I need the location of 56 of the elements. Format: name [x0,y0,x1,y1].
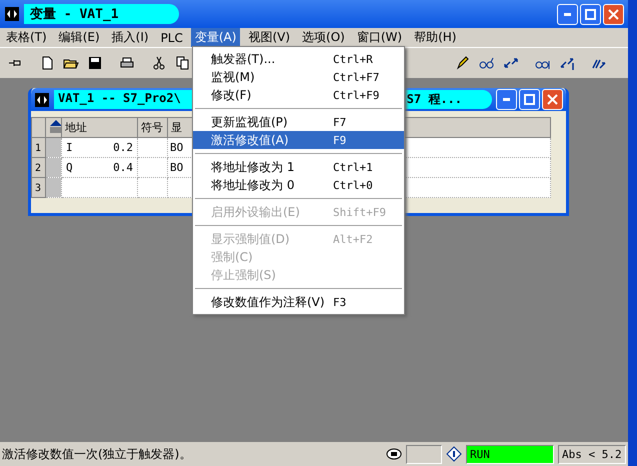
minimize-button[interactable] [496,89,517,110]
save-icon [87,55,103,71]
minimize-icon [564,12,571,16]
close-button[interactable] [603,4,624,24]
window-title: 变量 - VAT_1 [24,4,179,24]
status-panel [406,444,442,464]
close-icon [608,8,619,20]
status-message: 激活修改数值一次(独立于触发器)。 [2,446,192,462]
window-title: VAT_1 -- S7_Pro2\ [58,91,181,107]
address-cell: 0.4 [113,161,133,174]
close-button[interactable] [542,89,563,110]
scissors-icon [151,55,167,71]
maximize-icon [524,94,535,105]
maximize-button[interactable] [580,4,601,24]
column-header: 显 [171,121,182,134]
address-cell: I [66,141,73,154]
menu-item[interactable]: 窗口(W) [352,28,406,47]
row-number: 3 [35,183,42,194]
window-title: S7 程... [406,91,462,108]
menu-item[interactable]: PLC [156,30,187,46]
menu-item[interactable]: 视图(V) [244,28,294,47]
app-icon [4,6,20,22]
copy-icon [175,55,191,71]
address-mode: Abs < 5.2 [558,444,626,464]
app-icon [34,92,50,108]
menu-item[interactable]: 插入(I) [108,28,153,47]
table-cell: BO [170,161,184,174]
menu-item[interactable]: 监视(M) Ctrl+F7 [193,68,404,86]
minimize-button[interactable] [557,4,578,24]
address-cell: Q [66,161,73,174]
menu-item[interactable]: 修改数值作为注释(V) F3 [193,293,404,311]
glasses-icon [479,55,495,71]
menu-item[interactable]: 更新监视值(P) F7 [193,113,404,131]
minimize-icon [503,98,510,101]
maximize-icon [585,8,596,20]
menu-item[interactable]: 变量(A) [190,28,240,47]
table-cell: BO [170,141,184,154]
close-icon [547,94,558,105]
row-number: 1 [35,143,42,154]
menu-item[interactable]: 表格(T) [2,28,51,47]
menu-item[interactable]: 帮助(H) [410,28,460,47]
menu-item[interactable]: 触发器(T)... Ctrl+R [193,50,404,68]
menu-item[interactable]: 将地址修改为 1 Ctrl+1 [193,158,404,176]
menu-item[interactable]: 激活修改值(A) F9 [193,131,404,149]
column-header: 符号 [141,121,163,134]
connection-icon [386,446,402,462]
menu-item[interactable]: 选项(O) [298,28,349,47]
run-status: RUN [466,444,554,464]
address-cell: 0.2 [113,141,133,154]
diamond-icon [446,446,462,462]
menu-item[interactable]: 修改(F) Ctrl+F9 [193,86,404,104]
menu-item[interactable]: 编辑(E) [54,28,104,47]
row-number: 2 [35,163,42,174]
column-header: 地址 [65,121,87,134]
maximize-button[interactable] [519,89,540,110]
pencil-icon [455,55,471,71]
